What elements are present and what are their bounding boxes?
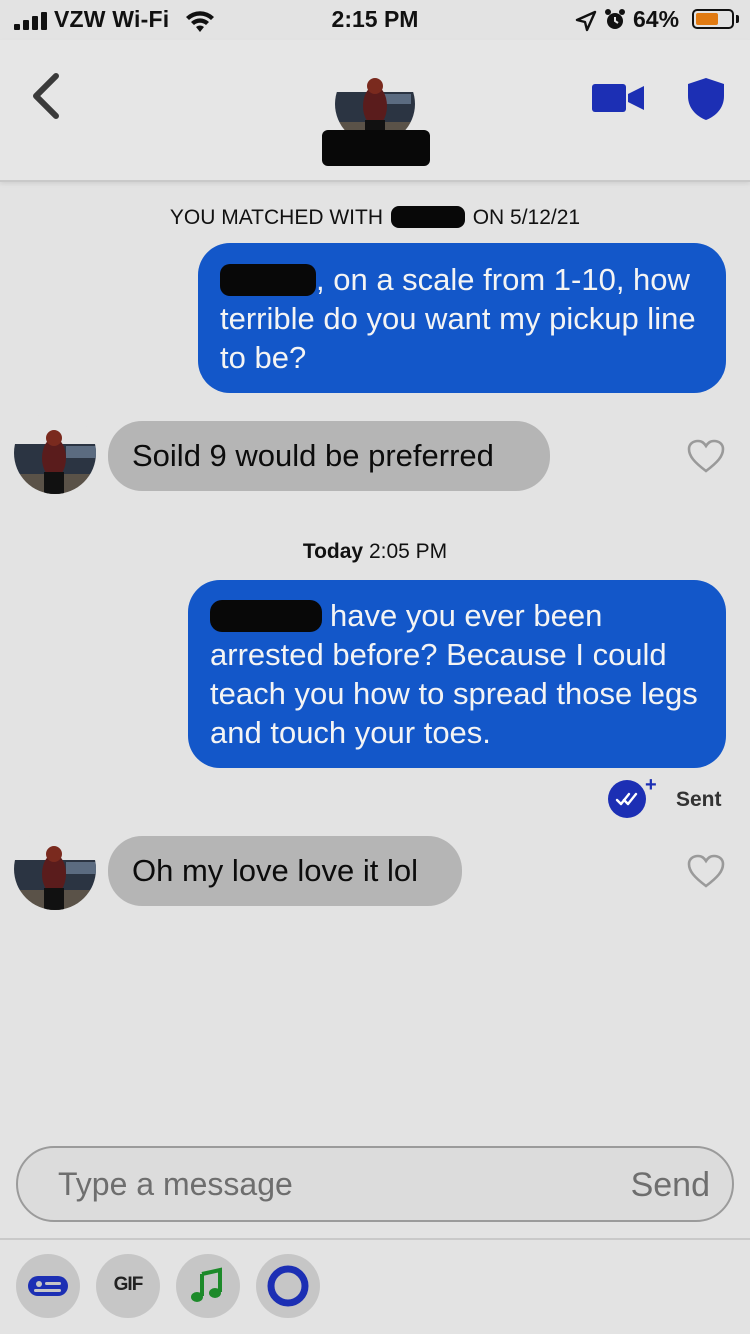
timestamp-day: Today <box>302 540 364 563</box>
match-avatar[interactable] <box>14 828 96 910</box>
redacted-name <box>322 130 430 166</box>
sticker-button[interactable] <box>16 1254 80 1318</box>
double-check-icon <box>608 780 646 818</box>
divider <box>0 1238 750 1240</box>
timestamp-time: 2:05 PM <box>368 540 448 563</box>
match-suffix: ON 5/12/21 <box>472 206 581 229</box>
music-note-icon <box>191 1267 222 1302</box>
send-button[interactable]: Send <box>631 1166 710 1205</box>
battery-percentage: 64% <box>633 6 680 32</box>
timestamp-divider: Today 2:05 PM <box>0 540 750 564</box>
shield-icon[interactable] <box>686 76 726 122</box>
video-camera-icon[interactable] <box>590 80 646 116</box>
outgoing-message[interactable]: , on a scale from 1-10, how terrible do … <box>198 243 726 393</box>
sticker-icon <box>28 1276 68 1296</box>
plus-icon[interactable]: + <box>645 774 657 797</box>
location-arrow-icon <box>575 10 597 32</box>
message-input[interactable]: Type a message <box>58 1166 293 1203</box>
match-prefix: YOU MATCHED WITH <box>169 206 383 229</box>
heart-icon[interactable] <box>686 438 726 474</box>
sent-status: Sent <box>676 788 722 811</box>
heart-icon[interactable] <box>686 853 726 889</box>
outgoing-message[interactable]: have you ever been arrested before? Beca… <box>188 580 726 768</box>
match-notice: YOU MATCHED WITH ON 5/12/21 <box>0 206 750 230</box>
ring-icon <box>267 1265 309 1307</box>
chevron-left-icon[interactable] <box>26 70 66 122</box>
message-composer[interactable]: Type a message Send <box>16 1146 734 1222</box>
incoming-message[interactable]: Soild 9 would be preferred <box>108 421 550 491</box>
alarm-clock-icon <box>605 9 625 29</box>
music-button[interactable] <box>176 1254 240 1318</box>
ring-button[interactable] <box>256 1254 320 1318</box>
battery-icon <box>692 9 734 29</box>
gif-button[interactable]: GIF <box>96 1254 160 1318</box>
redacted-name <box>210 600 322 632</box>
incoming-message[interactable]: Oh my love love it lol <box>108 836 462 906</box>
chat-header <box>0 40 750 182</box>
gif-icon: GIF <box>113 1274 144 1295</box>
status-bar: VZW Wi-Fi 2:15 PM 64% <box>0 0 750 40</box>
match-avatar[interactable] <box>14 412 96 494</box>
redacted-name <box>220 264 316 296</box>
redacted-name <box>390 206 465 228</box>
